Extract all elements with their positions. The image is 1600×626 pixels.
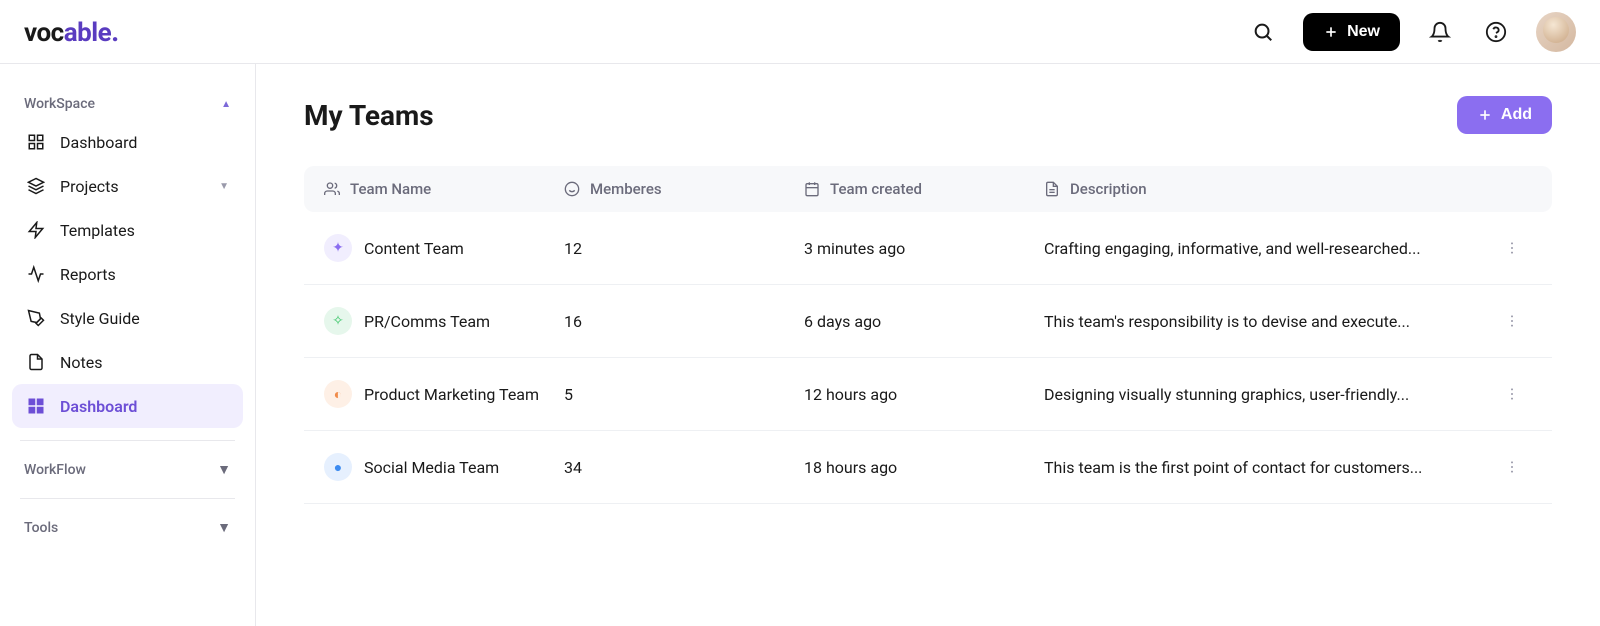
column-header-name: Team Name — [324, 180, 564, 198]
more-icon[interactable] — [1492, 240, 1532, 256]
team-name: Product Marketing Team — [364, 385, 539, 404]
sidebar-item-dashboard[interactable]: Dashboard — [12, 120, 243, 164]
sidebar-item-label: Style Guide — [60, 309, 140, 328]
teams-table: Team Name Memberes Team created Descript… — [304, 166, 1552, 504]
chevron-down-icon: ▼ — [217, 461, 231, 478]
sidebar-section-workflow[interactable]: WorkFlow ▼ — [12, 453, 243, 486]
sidebar-item-label: Notes — [60, 353, 103, 372]
main-content: My Teams Add Team Name Memberes Team cre… — [256, 64, 1600, 626]
activity-icon — [26, 264, 46, 284]
sidebar: WorkSpace ▲ Dashboard Projects ▼ — [0, 64, 256, 626]
app-header: vocable. New — [0, 0, 1600, 64]
team-description: Crafting engaging, informative, and well… — [1044, 239, 1492, 258]
team-created: 18 hours ago — [804, 458, 1044, 477]
team-name-cell: ✧ PR/Comms Team — [324, 307, 564, 335]
team-icon: ✦ — [324, 234, 352, 262]
team-name-cell: ● Social Media Team — [324, 453, 564, 481]
add-button[interactable]: Add — [1457, 96, 1552, 134]
chevron-down-icon: ▼ — [219, 181, 229, 192]
add-button-label: Add — [1501, 106, 1532, 124]
team-icon: ✧ — [324, 307, 352, 335]
new-button-label: New — [1347, 23, 1380, 41]
team-created: 12 hours ago — [804, 385, 1044, 404]
team-name: Social Media Team — [364, 458, 499, 477]
bell-icon[interactable] — [1424, 16, 1456, 48]
team-members: 16 — [564, 312, 804, 331]
divider — [20, 498, 235, 499]
table-row[interactable]: ✦ Content Team 12 3 minutes ago Crafting… — [304, 212, 1552, 285]
sidebar-item-notes[interactable]: Notes — [12, 340, 243, 384]
smile-icon — [564, 181, 580, 197]
avatar[interactable] — [1536, 12, 1576, 52]
page-title: My Teams — [304, 99, 434, 132]
sidebar-item-templates[interactable]: Templates — [12, 208, 243, 252]
page-header: My Teams Add — [304, 96, 1552, 134]
search-icon[interactable] — [1247, 16, 1279, 48]
table-header: Team Name Memberes Team created Descript… — [304, 166, 1552, 212]
logo[interactable]: vocable. — [24, 15, 119, 48]
sidebar-item-label: Dashboard — [60, 133, 137, 152]
sidebar-item-styleguide[interactable]: Style Guide — [12, 296, 243, 340]
lightning-icon — [26, 220, 46, 240]
more-icon[interactable] — [1492, 313, 1532, 329]
table-row[interactable]: ● Social Media Team 34 18 hours ago This… — [304, 431, 1552, 504]
chevron-down-icon: ▼ — [217, 519, 231, 536]
layers-icon — [26, 176, 46, 196]
sidebar-item-dashboard-active[interactable]: Dashboard — [12, 384, 243, 428]
sidebar-item-reports[interactable]: Reports — [12, 252, 243, 296]
pencil-icon — [26, 308, 46, 328]
team-name: Content Team — [364, 239, 464, 258]
sidebar-section-label: WorkSpace — [24, 96, 95, 112]
team-members: 5 — [564, 385, 804, 404]
sidebar-item-label: Dashboard — [60, 397, 137, 416]
users-icon — [324, 181, 340, 197]
more-icon[interactable] — [1492, 386, 1532, 402]
chevron-up-icon: ▲ — [221, 99, 231, 110]
grid-icon — [26, 396, 46, 416]
team-members: 34 — [564, 458, 804, 477]
sidebar-section-label: Tools — [24, 520, 58, 536]
team-description: This team's responsibility is to devise … — [1044, 312, 1492, 331]
team-icon: ● — [324, 453, 352, 481]
plus-icon — [1323, 24, 1339, 40]
plus-icon — [1477, 107, 1493, 123]
table-row[interactable]: ✧ PR/Comms Team 16 6 days ago This team'… — [304, 285, 1552, 358]
team-icon: ◐ — [324, 380, 352, 408]
sidebar-section-label: WorkFlow — [24, 462, 86, 478]
header-actions: New — [1247, 12, 1576, 52]
team-name: PR/Comms Team — [364, 312, 490, 331]
team-name-cell: ✦ Content Team — [324, 234, 564, 262]
team-description: Designing visually stunning graphics, us… — [1044, 385, 1492, 404]
table-row[interactable]: ◐ Product Marketing Team 5 12 hours ago … — [304, 358, 1552, 431]
sidebar-section-tools[interactable]: Tools ▼ — [12, 511, 243, 544]
column-header-members: Memberes — [564, 180, 804, 198]
file-text-icon — [1044, 181, 1060, 197]
team-name-cell: ◐ Product Marketing Team — [324, 380, 564, 408]
sidebar-section-workspace[interactable]: WorkSpace ▲ — [12, 88, 243, 120]
column-header-description: Description — [1044, 180, 1492, 198]
team-members: 12 — [564, 239, 804, 258]
file-icon — [26, 352, 46, 372]
new-button[interactable]: New — [1303, 13, 1400, 51]
team-description: This team is the first point of contact … — [1044, 458, 1492, 477]
column-header-created: Team created — [804, 180, 1044, 198]
divider — [20, 440, 235, 441]
help-icon[interactable] — [1480, 16, 1512, 48]
sidebar-item-label: Reports — [60, 265, 116, 284]
sidebar-item-label: Templates — [60, 221, 135, 240]
calendar-icon — [804, 181, 820, 197]
grid-icon — [26, 132, 46, 152]
more-icon[interactable] — [1492, 459, 1532, 475]
sidebar-item-projects[interactable]: Projects ▼ — [12, 164, 243, 208]
team-created: 6 days ago — [804, 312, 1044, 331]
sidebar-item-label: Projects — [60, 177, 119, 196]
team-created: 3 minutes ago — [804, 239, 1044, 258]
